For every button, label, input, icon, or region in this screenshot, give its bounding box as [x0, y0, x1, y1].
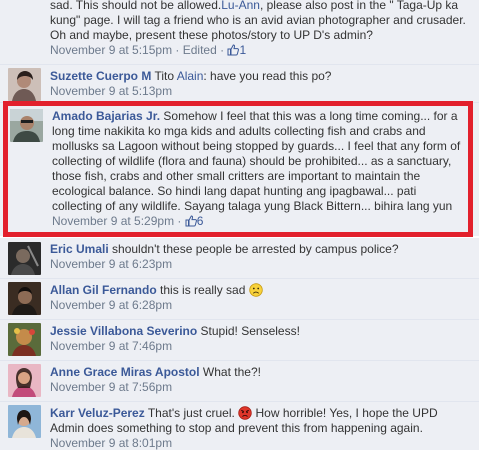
avatar[interactable] — [8, 323, 41, 356]
comment-body: Jessie Villabona Severino Stupid! Sensel… — [50, 324, 471, 354]
comment-meta: November 9 at 5:15pm · Edited · 1 — [50, 43, 471, 58]
angry-face-icon — [238, 406, 252, 420]
timestamp[interactable]: November 9 at 7:46pm — [50, 339, 471, 354]
comment-text: What the?! — [199, 365, 261, 379]
author-name[interactable]: Jessie Villabona Severino — [50, 324, 197, 338]
comment-text: sad. This should not be allowed. — [50, 0, 222, 12]
comment-meta: November 9 at 5:29pm · 6 — [52, 214, 465, 229]
comment-text: Tito — [151, 69, 177, 83]
avatar[interactable] — [8, 242, 41, 275]
timestamp[interactable]: November 9 at 6:23pm — [50, 257, 471, 272]
comment-text: Stupid! Senseless! — [197, 324, 300, 338]
timestamp[interactable]: November 9 at 5:15pm — [50, 43, 172, 57]
author-name[interactable]: Amado Bajarias Jr. — [52, 109, 160, 123]
like-count-value: 1 — [239, 43, 247, 57]
timestamp[interactable]: November 9 at 7:56pm — [50, 380, 471, 395]
timestamp[interactable]: November 9 at 6:28pm — [50, 298, 471, 313]
comment-body: Amado Bajarias Jr. Somehow I feel that t… — [52, 109, 465, 229]
author-name[interactable]: Karr Veluz-Perez — [50, 406, 145, 420]
meta-separator: · — [216, 43, 228, 57]
comment-body: sad. This should not be allowed.Lu-Ann, … — [50, 0, 471, 58]
mention-link[interactable]: Alain — [177, 69, 204, 83]
avatar[interactable] — [8, 282, 41, 315]
author-name[interactable]: Anne Grace Miras Apostol — [50, 365, 200, 379]
author-name[interactable]: Suzette Cuerpo M — [50, 69, 151, 83]
meta-separator: · — [172, 43, 183, 57]
timestamp[interactable]: November 9 at 5:29pm — [52, 214, 174, 228]
comment-text: : have you read this po? — [203, 69, 332, 83]
like-count[interactable]: 1 — [227, 43, 246, 57]
thumbs-up-icon — [227, 44, 240, 56]
comment: Suzette Cuerpo M Tito Alain: have you re… — [0, 65, 479, 102]
author-name[interactable]: Allan Gil Fernando — [50, 283, 157, 297]
comment-text: Somehow I feel that this was a long time… — [52, 109, 461, 213]
timestamp[interactable]: November 9 at 8:01pm — [50, 436, 471, 451]
thumbs-up-icon — [185, 215, 197, 227]
comment-text: this is really sad — [156, 283, 249, 297]
comment: Amado Bajarias Jr. Somehow I feel that t… — [0, 103, 479, 236]
comment-body: Eric Umali shouldn't these people be arr… — [50, 242, 471, 272]
like-count-value: 6 — [196, 214, 204, 228]
comment-text: That's just cruel. — [144, 406, 239, 420]
comment-body: Suzette Cuerpo M Tito Alain: have you re… — [50, 69, 471, 99]
comment: Jessie Villabona Severino Stupid! Sensel… — [0, 320, 479, 360]
edited-label[interactable]: Edited — [183, 43, 217, 57]
comment: Allan Gil Fernando this is really sad No… — [0, 279, 479, 319]
mention-link[interactable]: Lu-Ann — [221, 0, 260, 12]
comment-body: Anne Grace Miras Apostol What the?! Nove… — [50, 365, 471, 395]
like-count[interactable]: 6 — [185, 214, 204, 228]
timestamp[interactable]: November 9 at 5:13pm — [50, 84, 471, 99]
avatar[interactable] — [8, 405, 41, 438]
comment: Karr Veluz-Perez That's just cruel. How … — [0, 402, 479, 450]
comment: Anne Grace Miras Apostol What the?! Nove… — [0, 361, 479, 401]
comment-body: Allan Gil Fernando this is really sad No… — [50, 283, 471, 313]
avatar[interactable] — [8, 68, 41, 101]
meta-separator: · — [174, 214, 185, 228]
avatar[interactable] — [8, 364, 41, 397]
comment: Eric Umali shouldn't these people be arr… — [0, 238, 479, 278]
comment-body: Karr Veluz-Perez That's just cruel. How … — [50, 406, 471, 451]
comment: sad. This should not be allowed.Lu-Ann, … — [0, 0, 479, 64]
avatar[interactable] — [10, 109, 43, 142]
sad-face-icon — [249, 283, 263, 297]
comment-text: shouldn't these people be arrested by ca… — [108, 242, 399, 256]
author-name[interactable]: Eric Umali — [50, 242, 109, 256]
